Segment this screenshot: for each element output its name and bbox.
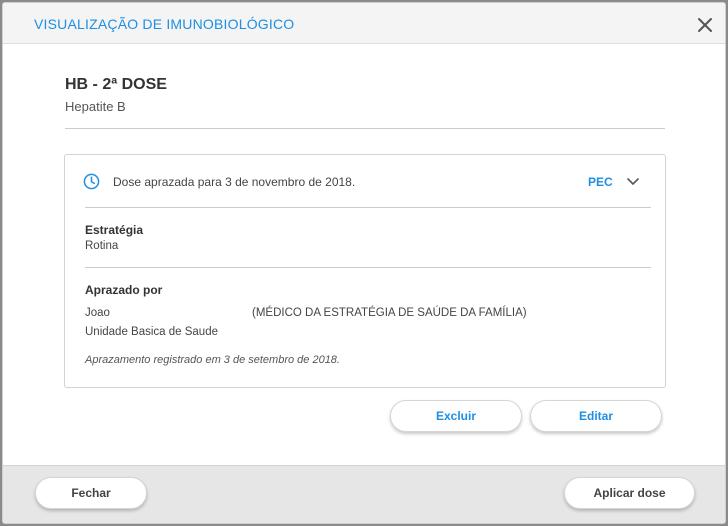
close-button[interactable] (697, 17, 713, 33)
vaccine-view-modal: VISUALIZAÇÃO DE IMUNOBIOLÓGICO HB - 2ª D… (2, 2, 726, 524)
close-icon (698, 18, 712, 32)
close-modal-button[interactable]: Fechar (35, 477, 147, 509)
schedule-card-header[interactable]: Dose aprazada para 3 de novembro de 2018… (65, 155, 665, 209)
schedule-summary: Dose aprazada para 3 de novembro de 2018… (113, 175, 356, 189)
strategy-value: Rotina (85, 240, 119, 252)
modal-footer: Fechar Aplicar dose (3, 465, 725, 523)
vaccine-name: HB - 2ª DOSE (65, 76, 167, 93)
scheduled-by-label: Aprazado por (85, 283, 163, 297)
professional-name: Joao (85, 307, 110, 319)
health-unit: Unidade Basica de Saude (85, 326, 218, 338)
divider (65, 128, 665, 129)
registered-note: Aprazamento registrado em 3 de setembro … (85, 354, 340, 366)
modal-header: VISUALIZAÇÃO DE IMUNOBIOLÓGICO (3, 3, 725, 44)
vaccine-description: Hepatite B (65, 99, 126, 114)
schedule-card: Dose aprazada para 3 de novembro de 2018… (64, 154, 666, 388)
apply-dose-button[interactable]: Aplicar dose (564, 477, 695, 509)
strategy-label: Estratégia (85, 223, 144, 237)
edit-button[interactable]: Editar (530, 400, 662, 432)
divider (85, 207, 651, 208)
modal-title: VISUALIZAÇÃO DE IMUNOBIOLÓGICO (34, 16, 295, 32)
professional-role: (MÉDICO DA ESTRATÉGIA DE SAÚDE DA FAMÍLI… (252, 307, 527, 319)
chevron-down-icon[interactable] (627, 178, 639, 186)
clock-icon (83, 173, 100, 190)
delete-button[interactable]: Excluir (390, 400, 522, 432)
source-badge: PEC (588, 175, 613, 189)
divider (85, 267, 651, 268)
